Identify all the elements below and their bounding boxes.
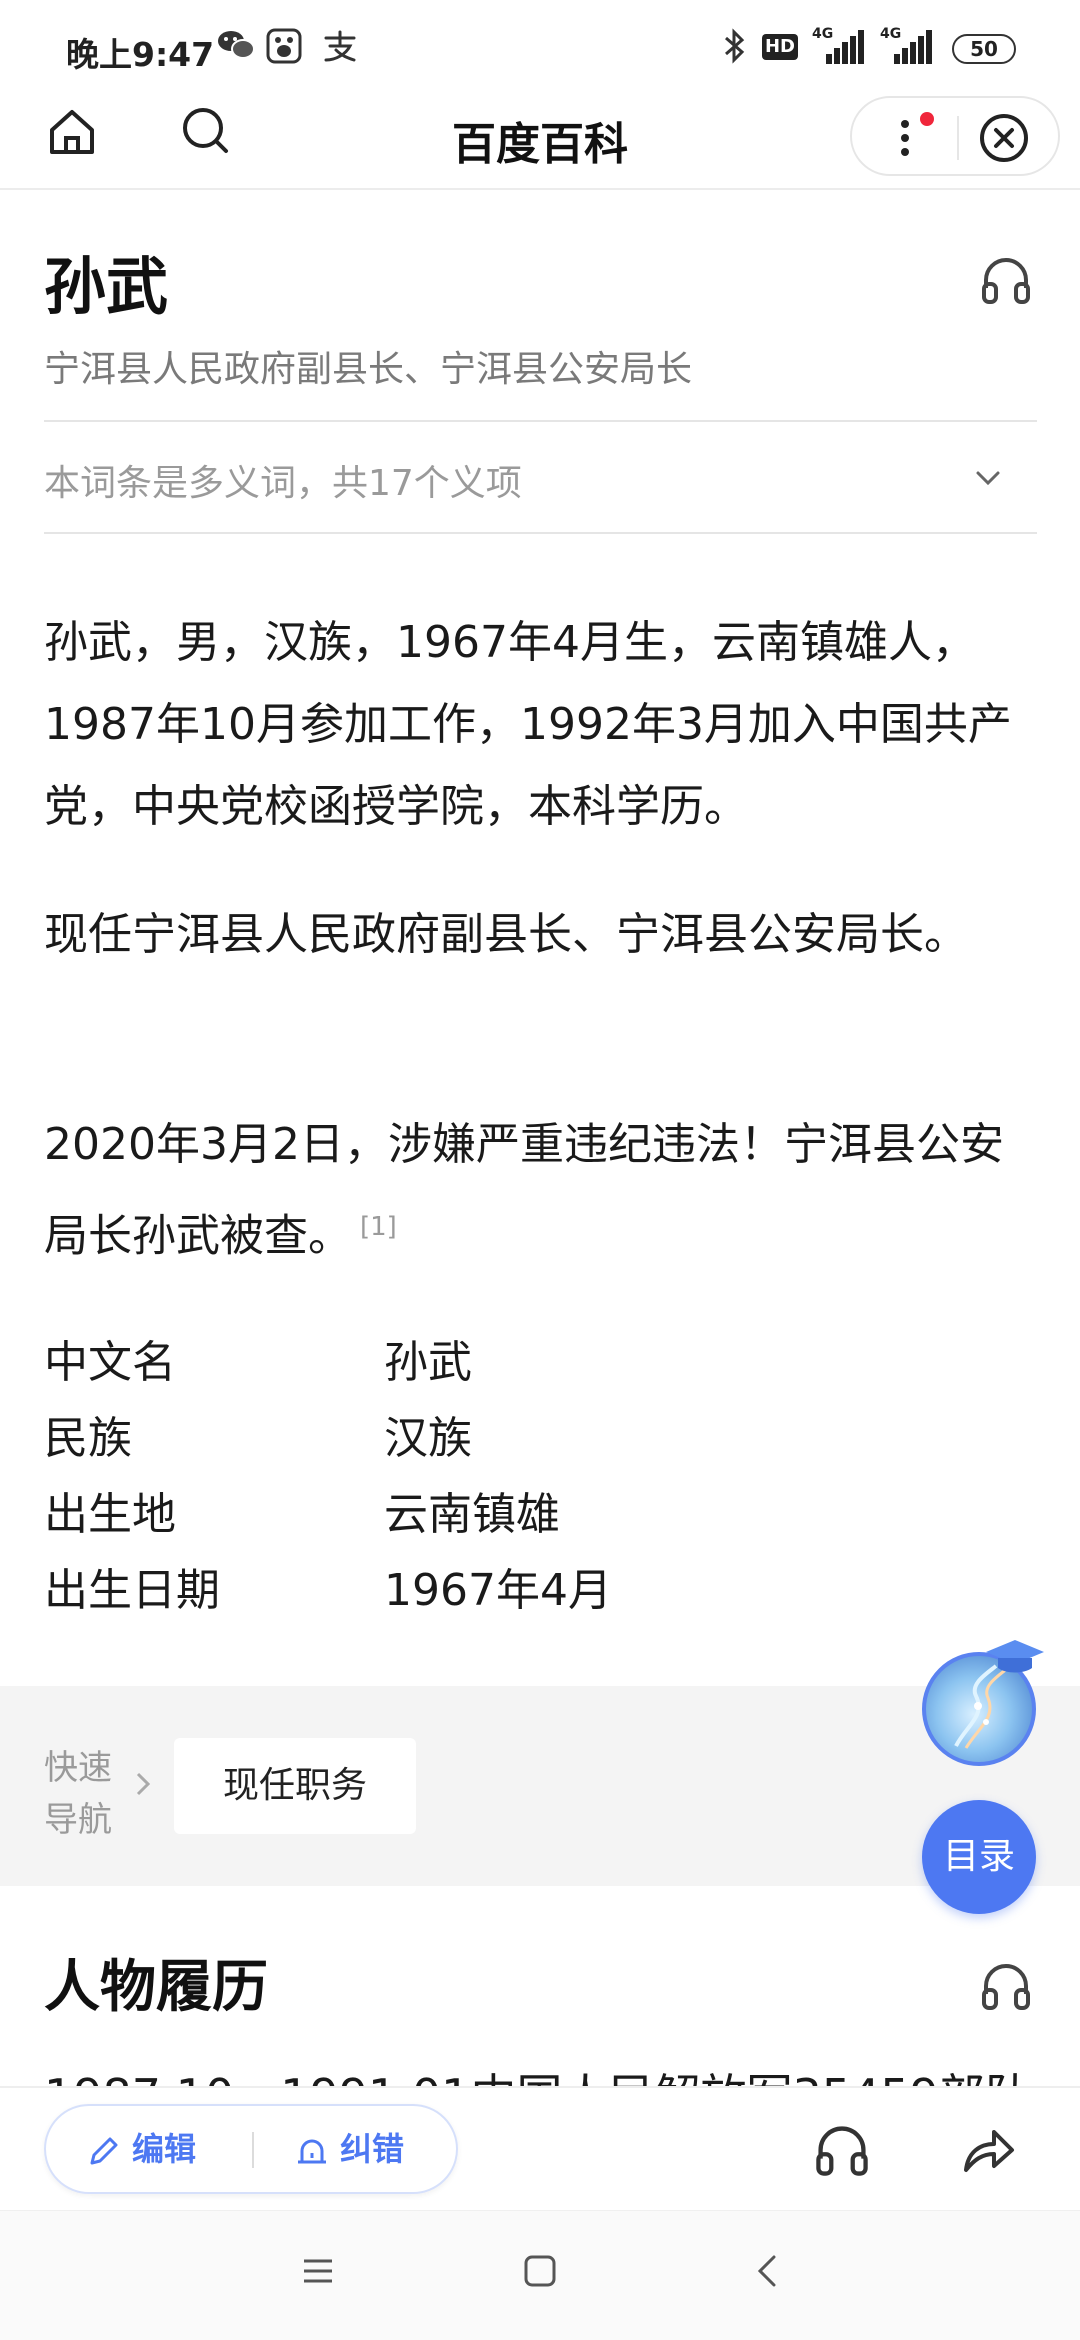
chevron-down-icon[interactable]	[970, 460, 1006, 496]
edit-correct-group: 编辑 纠错	[44, 2104, 458, 2194]
polysemy-notice[interactable]: 本词条是多义词，共17个义项	[44, 454, 522, 506]
infobox-value: 云南镇雄	[384, 1489, 560, 1540]
quick-nav-label: 快速 导航	[44, 1748, 112, 1840]
summary-paragraph: 孙武，男，汉族，1967年4月生，云南镇雄人，1987年10月参加工作，1992…	[44, 617, 1012, 832]
battery-indicator: 50	[952, 34, 1016, 64]
reference-link[interactable]: [1]	[360, 1212, 397, 1242]
graduation-cap-icon	[982, 1636, 1048, 1676]
baidu-icon	[266, 28, 302, 73]
signal-icon: 4G	[880, 26, 936, 64]
lemma-title: 孙武	[44, 250, 169, 323]
infobox-value: 汉族	[384, 1413, 472, 1464]
bluetooth-icon	[722, 28, 748, 73]
notification-dot	[920, 112, 934, 126]
alipay-icon	[322, 28, 358, 73]
hd-badge: HD	[762, 34, 798, 60]
more-icon[interactable]	[890, 118, 920, 158]
headphones-icon[interactable]	[978, 252, 1034, 308]
headphones-icon[interactable]	[978, 1958, 1034, 2014]
mini-program-capsule	[850, 96, 1060, 176]
infobox-value: 孙武	[384, 1337, 472, 1388]
status-time: 晚上9:47	[66, 35, 215, 74]
summary-paragraph: 2020年3月2日，涉嫌严重违纪违法！宁洱县公安局长孙武被查。 [1]	[44, 1104, 1044, 1278]
divider	[44, 420, 1037, 422]
edit-button[interactable]: 编辑	[86, 2106, 196, 2192]
home-square-icon[interactable]	[520, 2251, 560, 2291]
infobox-key: 中文名	[44, 1337, 176, 1388]
bottom-action-bar: 编辑 纠错	[0, 2086, 1080, 2210]
system-nav-bar	[0, 2210, 1080, 2340]
top-nav-bar: 百度百科	[0, 90, 1080, 190]
correct-button[interactable]: 纠错	[294, 2106, 404, 2192]
pencil-icon	[90, 2137, 118, 2165]
divider	[957, 116, 959, 160]
close-icon[interactable]	[978, 112, 1030, 164]
summary-text: 2020年3月2日，涉嫌严重违纪违法！宁洱县公安局长孙武被查。	[44, 1119, 1004, 1262]
divider	[44, 532, 1037, 534]
menu-icon[interactable]	[298, 2251, 338, 2291]
signal-icon: 4G	[812, 26, 868, 64]
lemma-description: 宁洱县人民政府副县长、宁洱县公安局长	[44, 349, 693, 390]
infobox-key: 出生日期	[44, 1565, 220, 1616]
share-icon[interactable]	[958, 2120, 1018, 2180]
quick-nav-item[interactable]: 现任职务	[174, 1738, 416, 1834]
divider	[252, 2132, 254, 2168]
chevron-right-icon	[132, 1766, 156, 1811]
wechat-icon	[216, 28, 256, 71]
back-icon[interactable]	[748, 2251, 788, 2291]
toc-button[interactable]: 目录	[922, 1800, 1036, 1914]
quick-nav-bar: 快速 导航 现任职务	[0, 1686, 1080, 1886]
status-bar: 晚上9:47 HD 4G 4G 50	[0, 0, 1080, 90]
infobox-key: 出生地	[44, 1489, 176, 1540]
summary-paragraph: 现任宁洱县人民政府副县长、宁洱县公安局长。	[44, 909, 968, 960]
infobox-key: 民族	[44, 1413, 132, 1464]
alarm-icon	[298, 2139, 326, 2164]
section-title: 人物履历	[44, 1955, 268, 2020]
headphones-icon[interactable]	[812, 2120, 872, 2180]
infobox-value: 1967年4月	[384, 1565, 612, 1616]
